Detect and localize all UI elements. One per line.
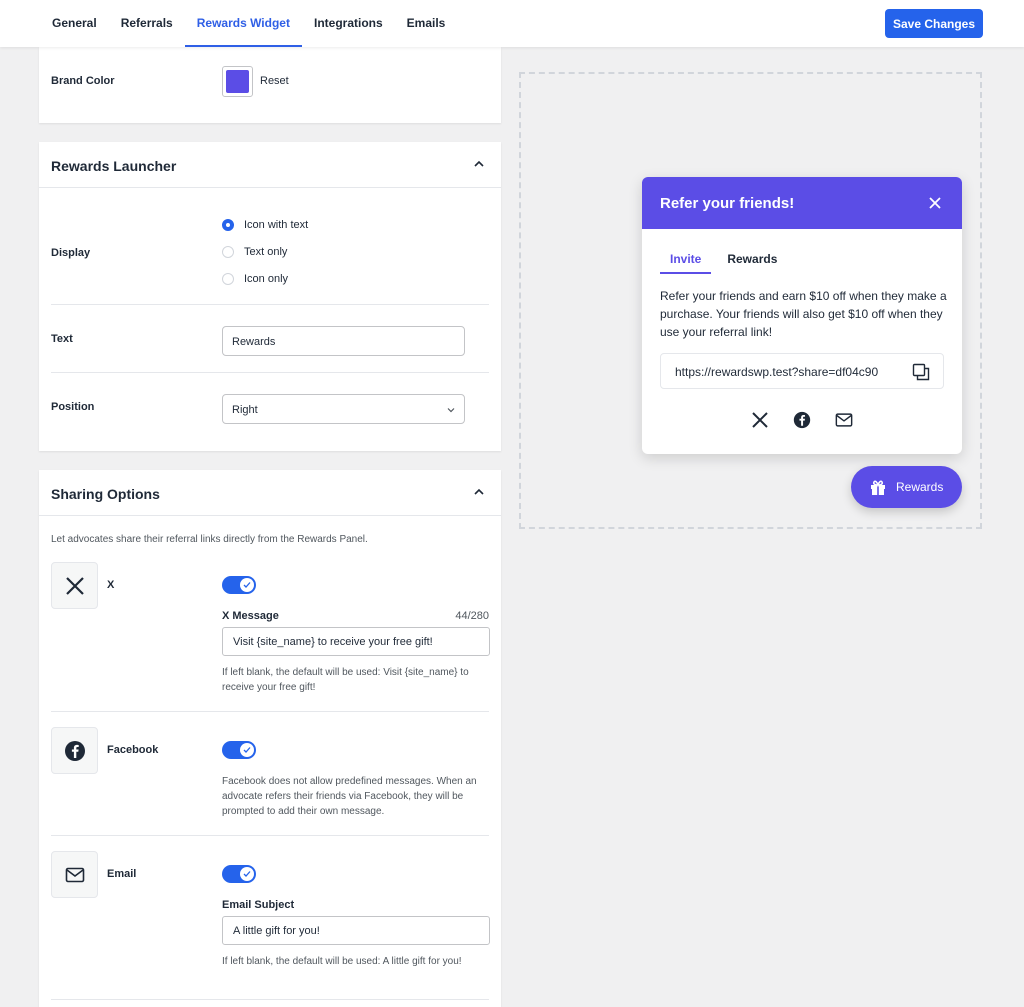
check-icon bbox=[243, 871, 251, 877]
reset-color-link[interactable]: Reset bbox=[260, 75, 289, 87]
facebook-toggle[interactable] bbox=[222, 741, 256, 759]
save-changes-button[interactable]: Save Changes bbox=[885, 9, 983, 38]
x-name: X bbox=[107, 579, 115, 591]
divider bbox=[51, 372, 489, 373]
x-message-input[interactable]: Visit {site_name} to receive your free g… bbox=[222, 627, 490, 656]
facebook-share-icon[interactable] bbox=[793, 411, 811, 429]
chevron-down-icon bbox=[447, 408, 455, 413]
display-label: Display bbox=[51, 247, 91, 259]
email-subject-label: Email Subject bbox=[222, 899, 295, 911]
tab-rewards-widget[interactable]: Rewards Widget bbox=[184, 0, 302, 47]
sharing-options-card: Sharing Options Let advocates share thei… bbox=[39, 470, 501, 1007]
position-select[interactable]: Right bbox=[222, 394, 465, 424]
rewards-launcher-button[interactable]: Rewards bbox=[851, 466, 962, 508]
radio-label: Text only bbox=[244, 246, 288, 258]
brand-color-fill bbox=[226, 70, 249, 93]
facebook-logo-box bbox=[51, 727, 98, 774]
mail-icon bbox=[65, 867, 84, 882]
radio-icon-with-text[interactable]: Icon with text bbox=[222, 219, 308, 231]
divider bbox=[51, 711, 489, 712]
x-message-help: If left blank, the default will be used:… bbox=[222, 667, 469, 693]
copy-icon[interactable] bbox=[912, 363, 930, 381]
radio-dot bbox=[222, 246, 234, 258]
text-label: Text bbox=[51, 333, 73, 345]
radio-icon-only[interactable]: Icon only bbox=[222, 273, 288, 285]
toggle-knob bbox=[240, 743, 254, 757]
launcher-text-input[interactable]: Rewards bbox=[222, 326, 465, 356]
check-icon bbox=[243, 747, 251, 753]
sharing-options-title-text: Sharing Options bbox=[51, 486, 160, 502]
divider bbox=[51, 304, 489, 305]
email-toggle[interactable] bbox=[222, 865, 256, 883]
close-icon[interactable] bbox=[928, 196, 942, 210]
rewards-panel-tabs: Invite Rewards bbox=[660, 252, 793, 274]
email-subject-help: If left blank, the default will be used:… bbox=[222, 956, 462, 967]
tab-invite[interactable]: Invite bbox=[660, 252, 712, 274]
position-select-value: Right bbox=[232, 404, 258, 416]
email-subject-input[interactable]: A little gift for you! bbox=[222, 916, 490, 945]
referral-link-text: https://rewardswp.test?share=df04c90 bbox=[675, 365, 879, 379]
facebook-help: Facebook does not allow predefined messa… bbox=[222, 776, 477, 817]
facebook-logo-icon bbox=[64, 740, 85, 761]
sharing-description: Let advocates share their referral links… bbox=[51, 534, 368, 545]
x-logo-icon bbox=[65, 576, 84, 595]
chevron-up-icon[interactable] bbox=[473, 486, 485, 498]
rewards-launcher-title: Rewards Launcher bbox=[39, 142, 501, 188]
sharing-options-title: Sharing Options bbox=[39, 470, 501, 516]
tab-referrals[interactable]: Referrals bbox=[109, 0, 185, 47]
tab-integrations[interactable]: Integrations bbox=[302, 0, 395, 47]
radio-label: Icon only bbox=[244, 273, 289, 285]
check-icon bbox=[243, 582, 251, 588]
x-toggle[interactable] bbox=[222, 576, 256, 594]
brand-color-label: Brand Color bbox=[51, 75, 115, 87]
toggle-knob bbox=[240, 578, 254, 592]
email-share-icon[interactable] bbox=[835, 411, 853, 429]
radio-dot bbox=[222, 273, 234, 285]
email-logo-box bbox=[51, 851, 98, 898]
chevron-up-icon[interactable] bbox=[473, 158, 485, 170]
brand-color-card: Brand Color Reset bbox=[39, 47, 501, 123]
radio-dot bbox=[222, 219, 234, 231]
position-label: Position bbox=[51, 401, 95, 413]
divider bbox=[51, 835, 489, 836]
radio-text-only[interactable]: Text only bbox=[222, 246, 287, 258]
x-logo-box bbox=[51, 562, 98, 609]
x-message-label: X Message bbox=[222, 610, 279, 622]
top-navigation: General Referrals Rewards Widget Integra… bbox=[0, 0, 1024, 47]
radio-label: Icon with text bbox=[244, 219, 309, 231]
facebook-name: Facebook bbox=[107, 744, 159, 756]
x-share-icon[interactable] bbox=[751, 411, 769, 429]
brand-color-swatch[interactable] bbox=[222, 66, 253, 97]
tab-rewards[interactable]: Rewards bbox=[717, 252, 787, 274]
rewards-panel-header: Refer your friends! bbox=[642, 177, 962, 229]
toggle-knob bbox=[240, 867, 254, 881]
rewards-panel-title: Refer your friends! bbox=[660, 195, 795, 212]
rewards-launcher-title-text: Rewards Launcher bbox=[51, 158, 177, 174]
gift-icon bbox=[871, 480, 885, 495]
settings-tabs: General Referrals Rewards Widget Integra… bbox=[40, 0, 457, 47]
launcher-label: Rewards bbox=[896, 480, 944, 494]
divider bbox=[51, 999, 489, 1000]
referral-description: Refer your friends and earn $10 off when… bbox=[660, 289, 947, 339]
rewards-launcher-card: Rewards Launcher Display Icon with text … bbox=[39, 142, 501, 451]
tab-emails[interactable]: Emails bbox=[395, 0, 458, 47]
tab-general[interactable]: General bbox=[40, 0, 109, 47]
email-name: Email bbox=[107, 868, 137, 880]
rewards-panel-preview: Refer your friends! Invite Rewards Refer… bbox=[642, 177, 962, 454]
x-message-counter: 44/280 bbox=[455, 610, 489, 622]
referral-link-field[interactable]: https://rewardswp.test?share=df04c90 bbox=[660, 353, 944, 389]
